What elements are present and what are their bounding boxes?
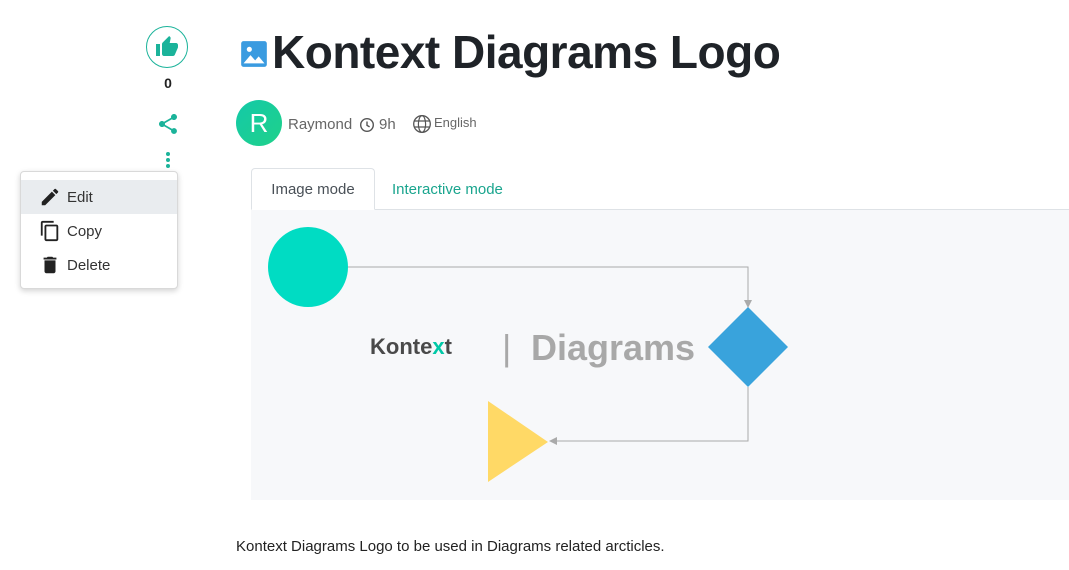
image-icon xyxy=(241,41,267,67)
menu-item-delete[interactable]: Delete xyxy=(21,248,177,282)
logo-separator: | xyxy=(502,327,511,368)
tab-interactive-mode[interactable]: Interactive mode xyxy=(392,168,503,210)
post-description: Kontext Diagrams Logo to be used in Diag… xyxy=(236,538,665,555)
logo-wordmark: Kontext xyxy=(370,334,453,359)
diamond-shape xyxy=(708,307,788,387)
page-header: Kontext Diagrams Logo xyxy=(240,24,781,80)
menu-item-label: Copy xyxy=(67,222,103,240)
pencil-icon xyxy=(41,188,59,206)
diagram-canvas: Kontext | Diagrams xyxy=(251,210,1069,500)
menu-item-edit[interactable]: Edit xyxy=(21,180,177,214)
share-icon xyxy=(159,114,177,134)
thumbs-up-icon xyxy=(156,36,178,56)
like-button[interactable] xyxy=(146,26,188,68)
menu-item-label: Edit xyxy=(67,188,93,206)
options-menu: Edit Copy Delete xyxy=(20,171,178,289)
menu-item-copy[interactable]: Copy xyxy=(21,214,177,248)
copy-icon xyxy=(40,220,59,242)
share-button[interactable] xyxy=(156,112,180,136)
avatar[interactable]: R xyxy=(236,100,282,146)
language-label[interactable]: English xyxy=(434,115,477,130)
post-time: 9h xyxy=(379,116,396,133)
clock-icon xyxy=(359,117,375,133)
page-title: Kontext Diagrams Logo xyxy=(272,26,781,78)
diagram-svg: Kontext | Diagrams xyxy=(268,227,788,482)
globe-icon xyxy=(413,115,431,133)
more-options-button[interactable] xyxy=(160,150,176,172)
triangle-shape xyxy=(488,401,548,482)
logo-diagrams-word: Diagrams xyxy=(531,327,695,368)
like-count: 0 xyxy=(164,75,172,91)
tab-image-mode[interactable]: Image mode xyxy=(251,168,375,210)
connector-top xyxy=(348,266,752,308)
author-name[interactable]: Raymond xyxy=(288,116,352,133)
menu-item-label: Delete xyxy=(67,256,111,274)
more-vertical-icon xyxy=(166,152,170,168)
avatar-initial: R xyxy=(249,107,269,138)
connector-bottom xyxy=(549,387,749,445)
circle-shape xyxy=(268,227,348,307)
trash-icon xyxy=(43,256,57,274)
